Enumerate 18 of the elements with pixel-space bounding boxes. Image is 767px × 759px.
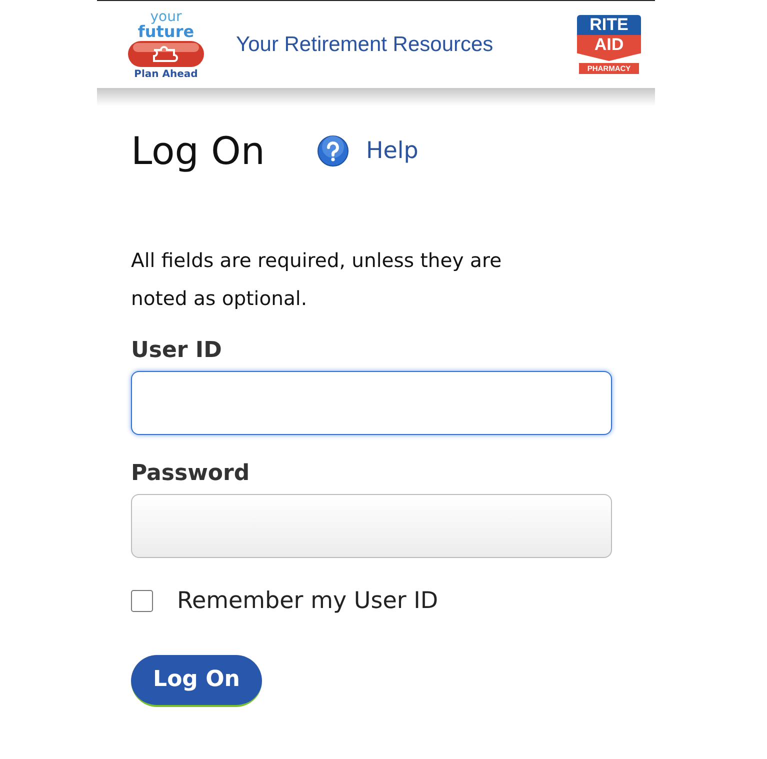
logo-text: RITE — [577, 15, 641, 35]
page-heading: Log On — [131, 132, 265, 170]
logo-text: future — [138, 24, 194, 40]
site-title: Your Retirement Resources — [236, 32, 494, 58]
help-icon — [316, 135, 349, 167]
logo-text: AID — [577, 35, 641, 61]
log-on-button[interactable]: Log On — [131, 654, 262, 706]
field-label: User ID — [131, 337, 223, 365]
puzzle-pill-icon — [127, 40, 205, 68]
logo-caption: Plan Ahead — [134, 70, 198, 80]
remember-checkbox[interactable] — [131, 590, 153, 612]
input-field[interactable] — [131, 494, 612, 558]
logo-text: your — [150, 10, 182, 24]
input-field[interactable] — [131, 371, 612, 435]
instructions-text: All fields are required, unless they are noted as optional. — [131, 248, 503, 312]
help-link[interactable]: Help — [316, 134, 418, 168]
checkbox-label: Remember my User ID — [177, 587, 438, 616]
field-label: Password — [131, 460, 251, 488]
